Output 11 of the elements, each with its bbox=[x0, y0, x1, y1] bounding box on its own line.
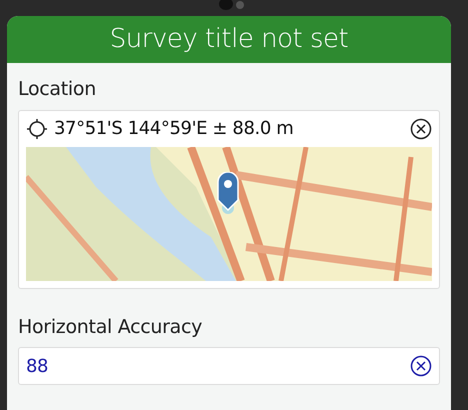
survey-title: Survey title not set bbox=[7, 16, 451, 63]
crosshair-icon[interactable] bbox=[26, 118, 48, 140]
coordinates-text: 37°51'S 144°59'E ± 88.0 m bbox=[54, 117, 294, 141]
field-label: Location bbox=[18, 77, 97, 102]
clear-icon[interactable] bbox=[410, 118, 432, 140]
camera-lens bbox=[218, 0, 232, 10]
clear-icon[interactable] bbox=[410, 355, 432, 377]
camera-sensor bbox=[236, 1, 244, 9]
map-pin-icon bbox=[216, 172, 240, 214]
location-field[interactable]: 37°51'S 144°59'E ± 88.0 m bbox=[18, 110, 440, 288]
field-label: Horizontal Accuracy bbox=[18, 314, 204, 340]
